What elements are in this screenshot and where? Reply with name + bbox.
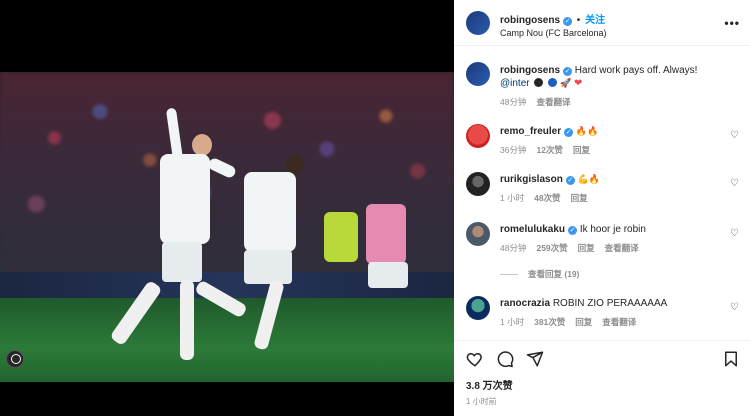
caption-time: 48分钟 xyxy=(500,97,527,107)
referee xyxy=(324,212,358,262)
comment-body: rurikgislason ✓ 💪🔥 xyxy=(500,174,600,185)
more-icon[interactable]: ••• xyxy=(724,16,740,30)
post-timestamp: 1 小时前 xyxy=(466,397,497,406)
media-pane xyxy=(0,0,454,416)
verified-icon: ✓ xyxy=(568,226,578,235)
comment-time: 48分钟 xyxy=(500,243,527,253)
view-replies[interactable]: 查看回复 (19) xyxy=(500,268,589,280)
post-header: robingosens ✓ • 关注 Camp Nou (FC Barcelona… xyxy=(454,0,750,46)
instagram-post-viewer: robingosens ✓ • 关注 Camp Nou (FC Barcelona… xyxy=(0,0,750,416)
commenter-avatar[interactable] xyxy=(466,222,490,246)
comment-body: ranocrazia ROBIN ZIO PERAAAAAA xyxy=(500,298,667,309)
like-comment-icon[interactable]: ♡ xyxy=(730,228,740,239)
caption-body: robingosens ✓ Hard work pays off. Always!… xyxy=(500,64,740,90)
heart-icon[interactable] xyxy=(466,350,484,368)
comment-username[interactable]: remo_freuler xyxy=(500,126,561,137)
black-circle-icon xyxy=(534,78,544,87)
comment-icon[interactable] xyxy=(496,350,514,368)
comment-time: 1 小时 xyxy=(500,193,525,203)
comment-likes[interactable]: 259次赞 xyxy=(536,243,567,253)
verified-icon: ✓ xyxy=(563,17,573,26)
comment-meta: 48分钟 259次赞 回复 查看翻译 xyxy=(500,242,649,254)
verified-icon: ✓ xyxy=(564,128,574,137)
blue-circle-icon xyxy=(548,78,558,87)
comment-body: remo_freuler ✓ 🔥🔥 xyxy=(500,126,598,137)
like-comment-icon[interactable]: ♡ xyxy=(730,302,740,313)
comment-meta: 1 小时 381次赞 回复 查看翻译 xyxy=(500,316,646,328)
author-avatar[interactable] xyxy=(466,11,490,35)
comment-meta: 1 小时 48次赞 回复 xyxy=(500,192,598,204)
player-leg xyxy=(180,280,194,360)
rocket-icon: 🚀 xyxy=(559,78,572,88)
fire-icon: 🔥 xyxy=(588,174,601,184)
comment-meta: 36分钟 12次赞 回复 xyxy=(500,144,600,156)
player-head xyxy=(286,154,304,174)
caption-text: Hard work pays off. Always! xyxy=(574,65,698,76)
comment-text: Ik hoor je robin xyxy=(579,224,646,235)
player-shorts xyxy=(162,242,202,282)
comment-time: 1 小时 xyxy=(500,317,525,327)
commenter-avatar[interactable] xyxy=(466,296,490,320)
fire-icon: 🔥 xyxy=(587,126,599,136)
bookmark-icon[interactable] xyxy=(722,350,740,368)
see-translation-link[interactable]: 查看翻译 xyxy=(605,243,639,253)
location-link[interactable]: Camp Nou (FC Barcelona) xyxy=(500,28,607,38)
commenter-avatar[interactable] xyxy=(466,124,490,148)
comment-text: ROBIN ZIO PERAAAAAA xyxy=(552,298,668,309)
share-icon[interactable] xyxy=(526,350,544,368)
flexed-biceps-icon: 💪 xyxy=(577,174,589,184)
author-line: robingosens ✓ • 关注 xyxy=(500,11,605,26)
player-head xyxy=(192,134,212,156)
see-translation-link[interactable]: 查看翻译 xyxy=(602,317,636,327)
divider-line xyxy=(500,274,518,276)
view-replies-label[interactable]: 查看回复 (19) xyxy=(528,269,579,279)
comment-body: romelulukaku ✓ Ik hoor je robin xyxy=(500,224,646,235)
comment-username[interactable]: romelulukaku xyxy=(500,224,565,235)
action-bar xyxy=(454,340,750,376)
reply-button[interactable]: 回复 xyxy=(575,317,592,327)
like-count[interactable]: 3.8 万次赞 xyxy=(466,377,513,392)
reply-button[interactable]: 回复 xyxy=(578,243,595,253)
comment-likes[interactable]: 48次赞 xyxy=(534,193,560,203)
fire-icon: 🔥 xyxy=(575,126,588,136)
commenter-avatar[interactable] xyxy=(466,172,490,196)
caption-meta: 48分钟 查看翻译 xyxy=(500,96,580,108)
reply-button[interactable]: 回复 xyxy=(573,145,590,155)
comment-likes[interactable]: 381次赞 xyxy=(534,317,565,327)
user-tag-icon[interactable] xyxy=(6,350,24,368)
player-shirt xyxy=(244,172,296,252)
see-translation-link[interactable]: 查看翻译 xyxy=(536,97,570,107)
like-comment-icon[interactable]: ♡ xyxy=(730,130,740,141)
opponent-shorts xyxy=(368,262,408,288)
opponent-player xyxy=(366,204,406,264)
comment-likes[interactable]: 12次赞 xyxy=(536,145,562,155)
reply-button[interactable]: 回复 xyxy=(571,193,588,203)
verified-icon: ✓ xyxy=(565,176,575,185)
dot-separator: • xyxy=(576,15,581,26)
caption-username[interactable]: robingosens xyxy=(500,65,560,76)
player-shorts xyxy=(244,250,292,284)
author-username[interactable]: robingosens xyxy=(500,15,560,26)
verified-icon: ✓ xyxy=(563,67,573,76)
player-shirt xyxy=(160,154,210,244)
comment-username[interactable]: rurikgislason xyxy=(500,174,563,185)
post-panel: robingosens ✓ • 关注 Camp Nou (FC Barcelona… xyxy=(454,0,750,416)
comment-username[interactable]: ranocrazia xyxy=(500,298,550,309)
heart-emoji-icon: ❤ xyxy=(573,78,583,89)
author-avatar[interactable] xyxy=(466,62,490,86)
like-comment-icon[interactable]: ♡ xyxy=(730,178,740,189)
mention-link[interactable]: @inter xyxy=(500,78,530,89)
follow-button[interactable]: 关注 xyxy=(585,15,605,26)
comment-time: 36分钟 xyxy=(500,145,527,155)
post-photo[interactable] xyxy=(0,72,454,382)
